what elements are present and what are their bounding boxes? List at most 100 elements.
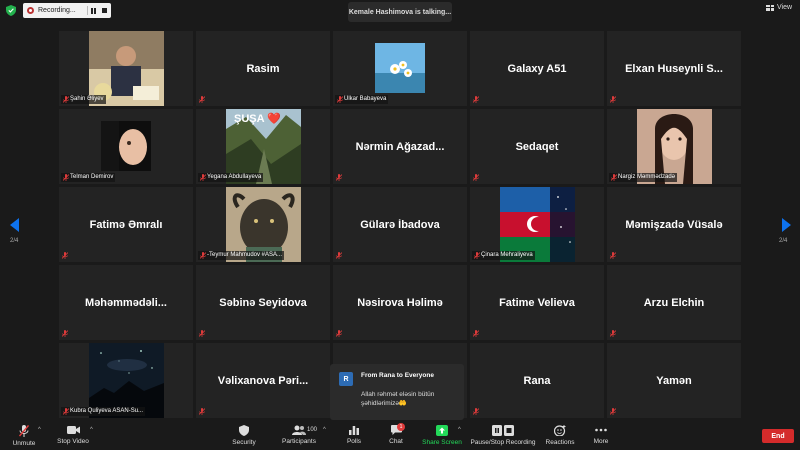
participant-tile[interactable]: ŞUŞA ❤️ Yegana Abdullayeva — [196, 109, 330, 184]
stop-icon[interactable] — [102, 8, 107, 13]
participant-name: Səbinə Seyidova — [219, 296, 307, 309]
participant-name: Telman Demirov — [70, 174, 114, 180]
people-icon — [292, 425, 306, 435]
participant-label: Ülkar Babayeva — [335, 95, 389, 104]
chat-sender: From Rana to Everyone — [361, 372, 434, 379]
mic-muted-icon — [199, 96, 205, 103]
meeting-toolbar: Unmute ^ Stop Video ^ Security Participa… — [0, 421, 800, 450]
page-indicator-left: 2/4 — [10, 238, 19, 244]
chevron-up-icon[interactable]: ^ — [323, 427, 326, 433]
sender-avatar: R — [339, 372, 353, 386]
chat-unread-badge: 1 — [397, 423, 405, 431]
participant-name: Məhəmmədəli... — [85, 296, 167, 309]
mic-muted-icon — [199, 330, 205, 337]
unmute-label: Unmute — [12, 440, 36, 447]
chat-label: Chat — [389, 438, 403, 445]
participant-name: Çinara Mehraliyeva — [481, 252, 533, 258]
participant-label: Çinara Mehraliyeva — [472, 251, 535, 260]
participant-tile[interactable]: Səbinə Seyidova — [196, 265, 330, 340]
participant-tile[interactable]: Məhəmmədəli... — [59, 265, 193, 340]
mic-muted-icon — [610, 96, 616, 103]
participant-tile[interactable]: Ülkar Babayeva — [333, 31, 467, 106]
unmute-button[interactable]: Unmute — [10, 421, 38, 450]
chevron-up-icon[interactable]: ^ — [458, 427, 461, 433]
chevron-up-icon[interactable]: ^ — [38, 427, 41, 433]
share-screen-button[interactable]: Share Screen — [420, 421, 464, 450]
stop-video-button[interactable]: Stop Video — [56, 421, 90, 450]
participant-tile[interactable]: Fatimə Əmralı — [59, 187, 193, 262]
pause-icon[interactable] — [91, 7, 97, 14]
participant-tile[interactable]: Galaxy A51 — [470, 31, 604, 106]
participants-count: 100 — [307, 427, 318, 433]
participant-tile[interactable]: Məmişzadə Vüsalə — [607, 187, 741, 262]
participant-tile[interactable]: Nargiz Məmmədzadə — [607, 109, 741, 184]
chat-notification-popup[interactable]: R From Rana to Everyone Allah rəhmət elə… — [330, 364, 464, 420]
reactions-label: Reactions — [545, 439, 575, 446]
mic-muted-icon — [200, 174, 206, 181]
participant-name: Nargiz Məmmədzadə — [618, 174, 676, 180]
mic-muted-icon — [62, 330, 68, 337]
more-button[interactable]: More — [590, 421, 612, 450]
participant-tile[interactable]: Vəlixanova Pəri... — [196, 343, 330, 418]
participant-name: Vəlixanova Pəri... — [217, 374, 309, 387]
reactions-button[interactable]: Reactions — [545, 421, 575, 450]
mic-muted-icon — [336, 252, 342, 259]
participant-tile[interactable]: Nəsirova Həlimə — [333, 265, 467, 340]
participant-tile[interactable]: -Teymur Mahmudov #ASA... — [196, 187, 330, 262]
participant-tile[interactable]: Nərmin Ağazad... — [333, 109, 467, 184]
participant-tile[interactable]: Gülarə İbadova — [333, 187, 467, 262]
bar-chart-icon — [349, 426, 359, 435]
mic-muted-icon — [610, 252, 616, 259]
participant-label: Telman Demirov — [61, 173, 116, 182]
participant-name: Rana — [523, 374, 551, 387]
participant-tile[interactable]: Telman Demirov — [59, 109, 193, 184]
previous-page-arrow-icon[interactable] — [10, 218, 19, 232]
participant-name: Rasim — [246, 62, 280, 75]
mic-muted-icon — [610, 408, 616, 415]
mic-muted-icon — [473, 330, 479, 337]
participant-label: Şahin Əliyev — [61, 95, 106, 104]
mic-muted-icon — [336, 330, 342, 337]
mic-muted-icon — [473, 96, 479, 103]
security-label: Security — [232, 439, 256, 446]
participant-name: Nəsirova Həlimə — [357, 296, 443, 309]
shield-icon[interactable] — [6, 5, 16, 16]
participant-tile[interactable]: Sedaqet — [470, 109, 604, 184]
participant-label: Yegana Abdullayeva — [198, 173, 264, 182]
mic-muted-icon — [63, 408, 69, 415]
participant-label: Nargiz Məmmədzadə — [609, 173, 678, 182]
recording-indicator: Recording... — [23, 3, 111, 18]
participant-tile[interactable]: Elxan Huseynli S... — [607, 31, 741, 106]
more-dots-icon — [595, 428, 607, 432]
participant-tile[interactable]: Şahin Əliyev — [59, 31, 193, 106]
mic-muted-icon — [63, 96, 69, 103]
participant-tile[interactable]: Rasim — [196, 31, 330, 106]
active-speaker-banner: Kemale Hashimova is talking... — [348, 2, 452, 22]
participant-tile[interactable]: Çinara Mehraliyeva — [470, 187, 604, 262]
recording-control-button[interactable]: Pause/Stop Recording — [470, 421, 536, 450]
participant-tile[interactable]: Yamən — [607, 343, 741, 418]
participant-tile[interactable]: Arzu Elchin — [607, 265, 741, 340]
participant-name: Arzu Elchin — [643, 296, 705, 309]
participant-name: Yamən — [656, 374, 692, 387]
participant-tile[interactable]: Rana — [470, 343, 604, 418]
next-page-arrow-icon[interactable] — [782, 218, 791, 232]
gallery-grid: Şahin Əliyev Rasim Ülkar Babayeva Galaxy… — [59, 31, 741, 418]
participant-tile[interactable]: Kubra Quliyeva ASAN-Su... — [59, 343, 193, 418]
end-meeting-button[interactable]: End — [762, 429, 794, 443]
photo-overlay-text: ŞUŞA ❤️ — [234, 113, 281, 125]
view-button[interactable]: View — [766, 4, 792, 11]
mic-muted-icon — [610, 330, 616, 337]
participant-tile[interactable]: Fatime Velieva — [470, 265, 604, 340]
polls-button[interactable]: Polls — [344, 421, 364, 450]
participants-button[interactable]: Participants — [282, 421, 316, 450]
participant-name: Sedaqet — [515, 140, 559, 153]
security-button[interactable]: Security — [230, 421, 258, 450]
divider — [87, 6, 88, 15]
participant-name: Nərmin Ağazad... — [355, 140, 445, 153]
chevron-up-icon[interactable]: ^ — [90, 427, 93, 433]
participant-photo — [375, 43, 425, 93]
more-label: More — [593, 438, 609, 445]
recording-control-label: Pause/Stop Recording — [470, 439, 536, 446]
participant-name: Məmişzadə Vüsalə — [625, 218, 723, 231]
